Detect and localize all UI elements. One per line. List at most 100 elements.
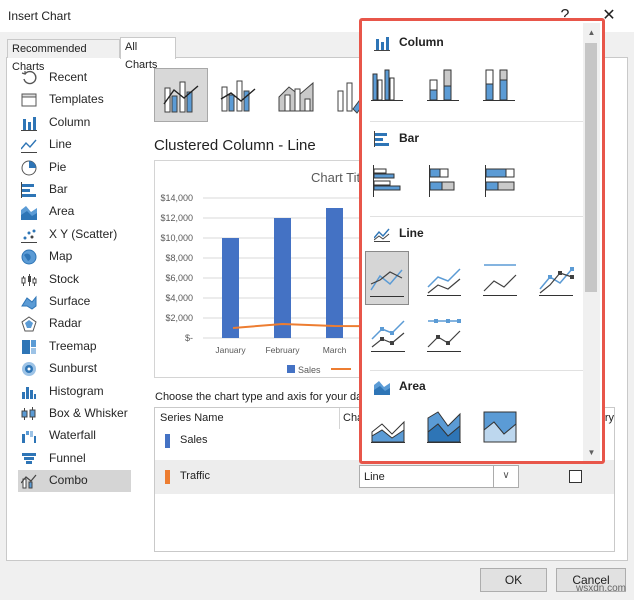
- stacked-column-icon[interactable]: [424, 66, 464, 106]
- sidebar-item-line[interactable]: Line: [18, 134, 131, 156]
- sidebar-item-bar[interactable]: Bar: [18, 179, 131, 201]
- sidebar-item-recent[interactable]: Recent: [18, 67, 131, 89]
- chart-title: Chart Title: [311, 170, 362, 185]
- area-chart-icon: [21, 204, 37, 220]
- surface-chart-icon: [21, 294, 37, 310]
- section-divider: [370, 121, 586, 122]
- sunburst-chart-icon: [21, 361, 37, 377]
- sidebar-item-label: Radar: [49, 316, 82, 330]
- 100-stacked-line-markers-icon[interactable]: [424, 315, 464, 355]
- templates-icon: [21, 92, 37, 108]
- box-whisker-chart-icon: [21, 406, 37, 422]
- sidebar-item-label: Sunburst: [49, 361, 98, 375]
- sidebar-item-label: Surface: [49, 294, 91, 308]
- subtype-stacked-area-column[interactable]: [270, 68, 324, 122]
- sidebar-item-label: Treemap: [49, 339, 97, 353]
- 100-stacked-line-icon[interactable]: [480, 259, 520, 299]
- y-tick-label: $14,000: [160, 193, 193, 203]
- traffic-secondary-axis-checkbox[interactable]: [569, 470, 582, 483]
- subtype-clustered-column-line[interactable]: [154, 68, 208, 122]
- scatter-chart-icon: [21, 227, 37, 243]
- sidebar-item-box-whisker[interactable]: Box & Whisker: [18, 403, 131, 425]
- y-tick-label: $2,000: [165, 313, 193, 323]
- sidebar-item-x-y-scatter[interactable]: X Y (Scatter): [18, 224, 131, 246]
- sidebar-item-column[interactable]: Column: [18, 112, 131, 134]
- sidebar-item-label: Pie: [49, 160, 67, 174]
- traffic-chart-type-select[interactable]: Line ∨: [359, 465, 519, 488]
- section-divider: [370, 216, 586, 217]
- chart-heading: Clustered Column - Line: [154, 137, 316, 154]
- legend-swatch-sales: [287, 365, 295, 373]
- scroll-down-icon[interactable]: ▼: [583, 445, 600, 461]
- ok-button[interactable]: OK: [480, 568, 547, 592]
- section-divider: [370, 370, 586, 371]
- sidebar-item-surface[interactable]: Surface: [18, 291, 131, 313]
- y-tick-label: $8,000: [165, 253, 193, 263]
- sidebar-item-label: Area: [49, 204, 75, 218]
- sidebar-item-histogram[interactable]: Histogram: [18, 381, 131, 403]
- tab-all-charts[interactable]: All Charts: [120, 37, 176, 71]
- sidebar-item-templates[interactable]: Templates: [18, 89, 131, 111]
- treemap-chart-icon: [21, 339, 37, 355]
- sidebar-item-label: X Y (Scatter): [49, 227, 118, 241]
- stacked-line-icon[interactable]: [424, 259, 464, 299]
- stacked-area-icon[interactable]: [424, 408, 464, 448]
- x-tick-label: January: [215, 345, 246, 355]
- y-tick-label: $10,000: [160, 233, 193, 243]
- sidebar-item-label: Column: [49, 115, 91, 129]
- stacked-bar-icon[interactable]: [424, 161, 464, 201]
- sidebar-item-combo[interactable]: Combo: [18, 470, 131, 492]
- subtype-column-line-secondary[interactable]: [212, 68, 266, 122]
- y-tick-label: $4,000: [165, 293, 193, 303]
- subtype-custom-combination[interactable]: [328, 68, 362, 122]
- sidebar-item-sunburst[interactable]: Sunburst: [18, 358, 131, 380]
- sidebar-item-funnel[interactable]: Funnel: [18, 448, 131, 470]
- sidebar-item-pie[interactable]: Pie: [18, 157, 131, 179]
- line-with-markers-icon[interactable]: [536, 259, 576, 299]
- 100-stacked-bar-icon[interactable]: [480, 161, 520, 201]
- bar: [326, 208, 343, 338]
- scroll-up-icon[interactable]: ▲: [583, 25, 600, 41]
- chevron-down-icon[interactable]: ∨: [493, 466, 518, 487]
- section-label: Bar: [399, 131, 420, 145]
- 100-stacked-area-icon[interactable]: [480, 408, 520, 448]
- line-chart-icon: [20, 137, 37, 153]
- chart-type-dropdown[interactable]: Column Bar Line Area: [359, 18, 605, 464]
- histogram-chart-icon: [21, 384, 37, 400]
- watermark: wsxdn.com: [576, 583, 627, 594]
- window-title: Insert Chart: [8, 9, 71, 23]
- sidebar-item-waterfall[interactable]: Waterfall: [18, 425, 131, 447]
- recent-icon: [21, 70, 37, 86]
- bar-chart-icon: [21, 182, 37, 198]
- sidebar-item-label: Map: [49, 249, 73, 263]
- dropdown-scrollbar[interactable]: ▲ ▼: [583, 23, 600, 461]
- sidebar-item-treemap[interactable]: Treemap: [18, 336, 131, 358]
- stacked-line-markers-icon[interactable]: [368, 315, 408, 355]
- sidebar-item-label: Box & Whisker: [49, 406, 128, 420]
- section-label: Line: [399, 226, 424, 240]
- sidebar-item-stock[interactable]: Stock: [18, 269, 131, 291]
- series-color-swatch: [165, 470, 170, 484]
- sidebar-item-area[interactable]: Area: [18, 201, 131, 223]
- map-chart-icon: [21, 249, 37, 265]
- series-instructions: Choose the chart type and axis for your …: [155, 391, 360, 403]
- bar: [222, 238, 239, 338]
- sidebar-item-radar[interactable]: Radar: [18, 313, 131, 335]
- area-icon[interactable]: [368, 408, 408, 448]
- sidebar-item-label: Histogram: [49, 384, 104, 398]
- 100-stacked-column-icon[interactable]: [480, 66, 520, 106]
- legend-label: Sales: [298, 365, 321, 375]
- y-tick-label: $12,000: [160, 213, 193, 223]
- series-name: Traffic: [180, 470, 210, 482]
- section-label: Area: [399, 379, 426, 393]
- sidebar-item-label: Line: [49, 137, 72, 151]
- line-chart-icon[interactable]: [365, 251, 409, 305]
- scroll-thumb[interactable]: [585, 43, 597, 292]
- clustered-bar-icon[interactable]: [368, 161, 408, 201]
- sidebar-item-map[interactable]: Map: [18, 246, 131, 268]
- sidebar-item-label: Bar: [49, 182, 68, 196]
- waterfall-chart-icon: [21, 428, 37, 444]
- clustered-column-icon[interactable]: [368, 66, 408, 106]
- sidebar-item-label: Waterfall: [49, 428, 96, 442]
- tab-recommended-charts[interactable]: Recommended Charts: [7, 39, 120, 73]
